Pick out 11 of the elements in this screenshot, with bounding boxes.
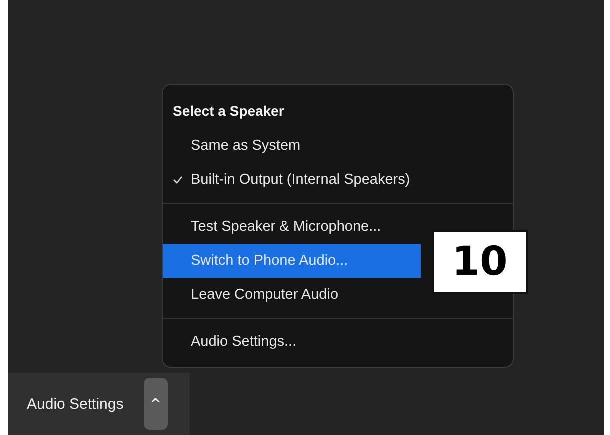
step-number: 10: [432, 230, 528, 294]
menu-header: Select a Speaker: [172, 102, 286, 121]
caret-button[interactable]: ^: [144, 378, 168, 430]
menu-item[interactable]: Audio Settings...: [163, 325, 421, 359]
menu-item[interactable]: Same as System: [163, 129, 421, 163]
menu-item[interactable]: Built-in Output (Internal Speakers): [163, 163, 421, 197]
audio-settings-label: Audio Settings: [27, 396, 124, 412]
checkmark-icon: [173, 176, 183, 184]
menu-item[interactable]: Leave Computer Audio: [163, 278, 421, 312]
menu-item[interactable]: Switch to Phone Audio...: [163, 244, 421, 278]
menu-item[interactable]: Test Speaker & Microphone...: [163, 210, 421, 244]
